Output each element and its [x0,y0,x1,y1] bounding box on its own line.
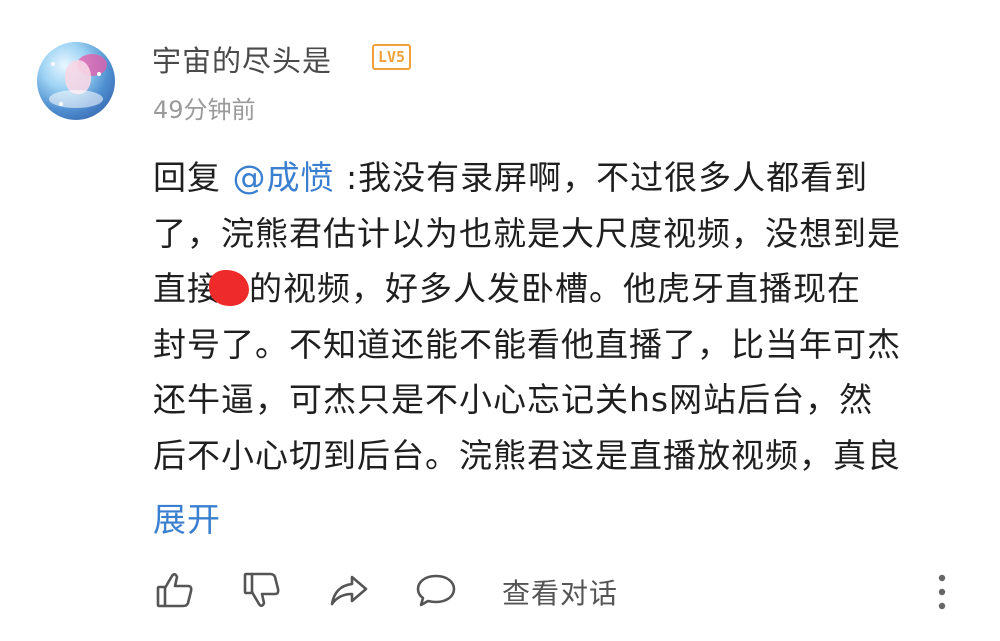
timestamp: 49分钟前 [153,96,256,124]
comment-text: 的视频，好多人发卧槽。他虎牙直播现在 [249,269,861,308]
comment-body: 回复 @成愤 :我没有录屏啊，不过很多人都看到 了，浣熊君估计以为也就是大尺度视… [153,150,983,483]
more-vertical-icon[interactable] [930,570,954,614]
username[interactable]: 宇宙的尽头是 [152,38,332,80]
comment-line-1: 回复 @成愤 :我没有录屏啊，不过很多人都看到 [153,150,983,206]
view-dialog-button[interactable]: 查看对话 [502,572,618,612]
comment-text: :我没有录屏啊，不过很多人都看到 [334,158,869,197]
reply-prefix: 回复 [153,158,233,197]
expand-link[interactable]: 展开 [153,493,221,541]
comment-card: 宇宙的尽头是 LV5 49分钟前 回复 @成愤 :我没有录屏啊，不过很多人都看到… [0,0,1000,641]
thumbs-down-icon[interactable] [240,568,284,612]
comment-line-5: 还牛逼，可杰只是不小心忘记关hs网站后台，然 [153,380,874,419]
level-badge: LV5 [372,44,412,70]
comment-line-2: 了，浣熊君估计以为也就是大尺度视频，没想到是 [153,213,901,253]
comment-line-6: 后不小心切到后台。浣熊君这是直播放视频，真良 [153,435,901,475]
redaction-mark [209,270,249,306]
share-icon[interactable] [327,568,371,612]
comment-line-3: 直接 的视频，好多人发卧槽。他虎牙直播现在 [153,261,983,317]
comment-line-4: 封号了。不知道还能不能看他直播了，比当年可杰 [153,324,901,364]
thumbs-up-icon[interactable] [153,568,197,612]
mention-link[interactable]: @成愤 [233,158,335,197]
comment-bubble-icon[interactable] [414,568,458,612]
action-bar: 查看对话 [0,560,1000,620]
avatar[interactable] [37,42,115,120]
